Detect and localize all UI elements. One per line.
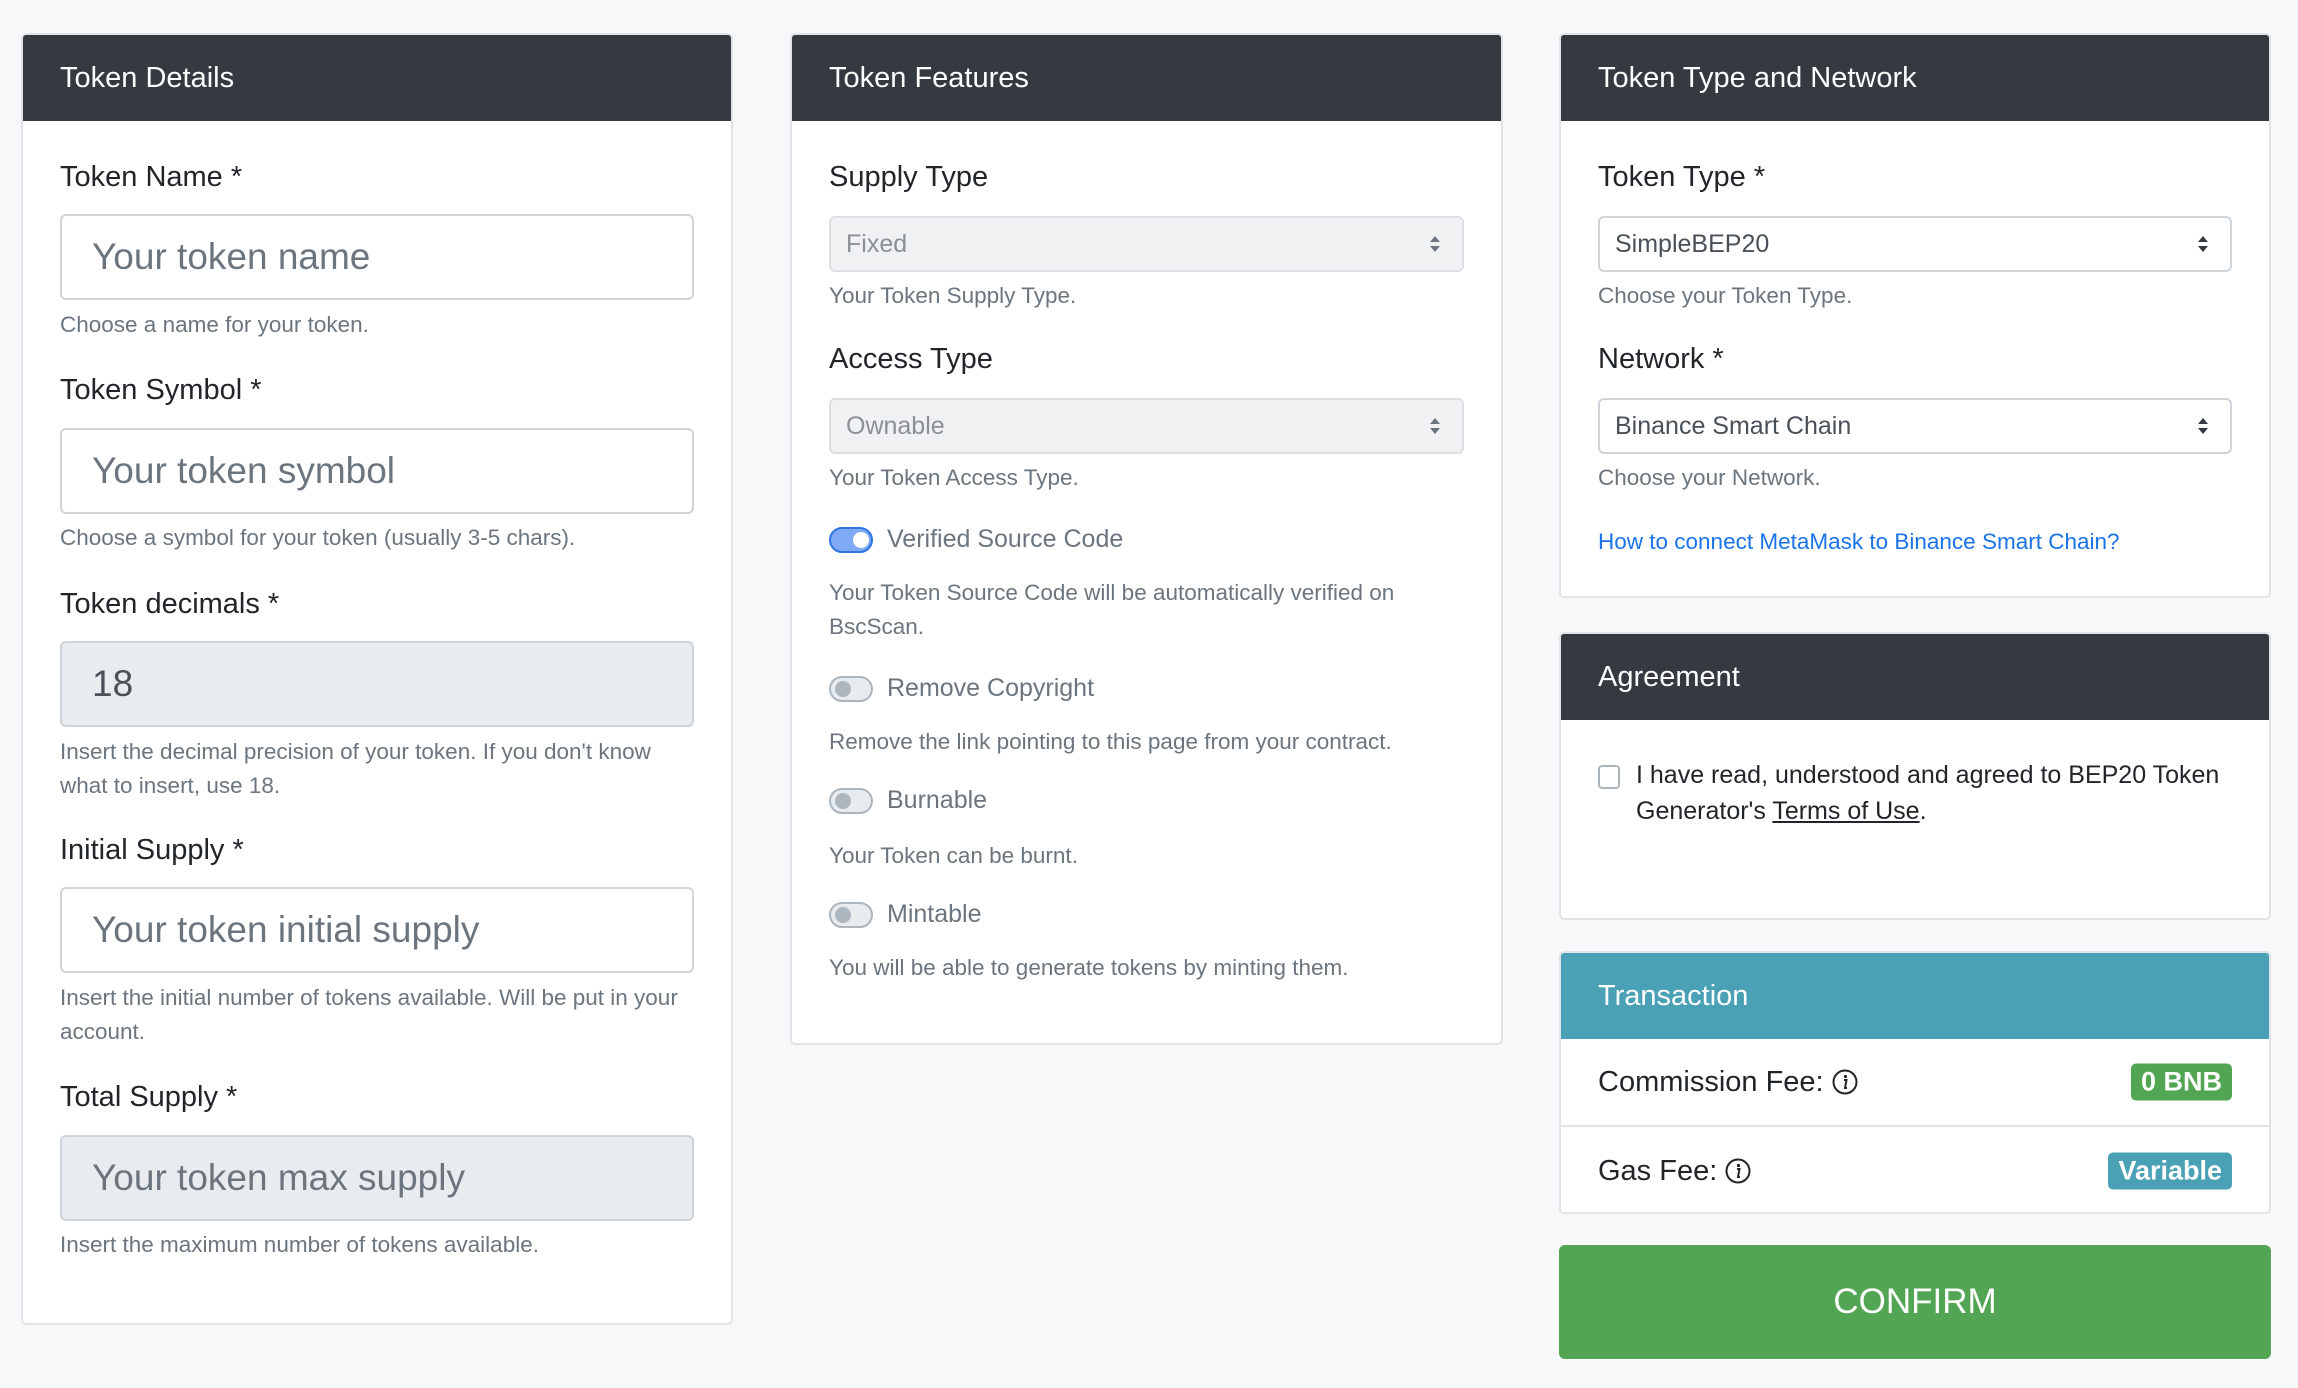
agreement-card: Agreement I have read, understood and ag… bbox=[1559, 632, 2271, 920]
toggle-remove-copyright[interactable]: Remove Copyright bbox=[829, 674, 1094, 703]
gas-fee-row: Gas Fee: Variable bbox=[1561, 1127, 2269, 1212]
agreement-checkbox[interactable] bbox=[1598, 765, 1620, 789]
token-decimals-input[interactable]: 18 bbox=[60, 641, 694, 727]
token-type-network-header: Token Type and Network bbox=[1561, 35, 2269, 121]
terms-of-use-link[interactable]: Terms of Use bbox=[1772, 797, 1919, 825]
token-name-label: Token Name * bbox=[60, 161, 243, 193]
token-type-network-card: Token Type and Network Token Type * Simp… bbox=[1559, 33, 2271, 598]
verified-source-switch[interactable] bbox=[829, 526, 873, 553]
transaction-header: Transaction bbox=[1561, 953, 2269, 1039]
select-caret-icon bbox=[1430, 418, 1440, 434]
network-value: Binance Smart Chain bbox=[1615, 411, 1852, 440]
agreement-text-after: . bbox=[1919, 797, 1927, 825]
agreement-text: I have read, understood and agreed to BE… bbox=[1636, 757, 2232, 829]
mintable-switch[interactable] bbox=[829, 901, 873, 928]
access-type-help: Your Token Access Type. bbox=[829, 465, 1079, 490]
toggle-burnable[interactable]: Burnable bbox=[829, 786, 987, 815]
total-supply-label: Total Supply * bbox=[60, 1081, 238, 1113]
token-details-header: Token Details bbox=[23, 35, 731, 121]
supply-type-value: Fixed bbox=[846, 229, 908, 258]
remove-copyright-label: Remove Copyright bbox=[887, 674, 1095, 702]
info-icon[interactable] bbox=[1832, 1069, 1858, 1095]
commission-fee-badge: 0 BNB bbox=[2130, 1063, 2232, 1101]
mintable-help: You will be able to generate tokens by m… bbox=[829, 955, 1349, 980]
token-features-header: Token Features bbox=[792, 35, 1501, 121]
token-type-label: Token Type * bbox=[1598, 161, 1766, 193]
token-name-input[interactable]: Your token name bbox=[60, 214, 694, 300]
access-type-label: Access Type bbox=[829, 343, 993, 375]
remove-copyright-help: Remove the link pointing to this page fr… bbox=[829, 729, 1392, 754]
total-supply-input[interactable]: Your token max supply bbox=[60, 1135, 694, 1221]
token-type-help: Choose your Token Type. bbox=[1598, 283, 1853, 308]
token-symbol-label: Token Symbol * bbox=[60, 374, 262, 406]
toggle-verified-source-code[interactable]: Verified Source Code bbox=[829, 525, 1123, 554]
token-decimals-help: Insert the decimal precision of your tok… bbox=[60, 739, 651, 798]
token-features-card: Token Features Supply Type Fixed Your To… bbox=[790, 33, 1503, 1045]
total-supply-help: Insert the maximum number of tokens avai… bbox=[60, 1232, 539, 1257]
verified-source-label: Verified Source Code bbox=[887, 525, 1124, 553]
select-caret-icon bbox=[1430, 236, 1440, 252]
token-type-value: SimpleBEP20 bbox=[1615, 229, 1770, 258]
commission-fee-row: Commission Fee: 0 BNB bbox=[1561, 1039, 2269, 1127]
commission-fee-label: Commission Fee: bbox=[1598, 1065, 1824, 1098]
network-select[interactable]: Binance Smart Chain bbox=[1598, 398, 2232, 454]
token-details-card: Token Details Token Name * Your token na… bbox=[21, 33, 733, 1325]
initial-supply-label: Initial Supply * bbox=[60, 834, 244, 866]
select-caret-icon bbox=[2198, 236, 2208, 252]
supply-type-label: Supply Type bbox=[829, 161, 989, 193]
supply-type-select[interactable]: Fixed bbox=[829, 216, 1464, 272]
toggle-mintable[interactable]: Mintable bbox=[829, 900, 982, 929]
agreement-header: Agreement bbox=[1561, 634, 2269, 720]
network-help: Choose your Network. bbox=[1598, 465, 1821, 490]
access-type-select[interactable]: Ownable bbox=[829, 398, 1464, 454]
token-name-help: Choose a name for your token. bbox=[60, 312, 369, 337]
agreement-text-before: I have read, understood and agreed to BE… bbox=[1636, 761, 2220, 825]
mintable-label: Mintable bbox=[887, 900, 982, 928]
gas-fee-label: Gas Fee: bbox=[1598, 1154, 1718, 1187]
burnable-switch[interactable] bbox=[829, 787, 873, 814]
remove-copyright-switch[interactable] bbox=[829, 675, 873, 702]
burnable-help: Your Token can be burnt. bbox=[829, 843, 1078, 868]
select-caret-icon bbox=[2198, 418, 2208, 434]
token-symbol-help: Choose a symbol for your token (usually … bbox=[60, 525, 576, 550]
access-type-value: Ownable bbox=[846, 411, 945, 440]
supply-type-help: Your Token Supply Type. bbox=[829, 283, 1077, 308]
verified-source-help: Your Token Source Code will be automatic… bbox=[829, 580, 1395, 639]
token-type-select[interactable]: SimpleBEP20 bbox=[1598, 216, 2232, 272]
network-label: Network * bbox=[1598, 343, 1724, 375]
confirm-button[interactable]: CONFIRM bbox=[1559, 1245, 2271, 1359]
burnable-label: Burnable bbox=[887, 786, 988, 814]
token-decimals-label: Token decimals * bbox=[60, 588, 280, 620]
gas-fee-badge: Variable bbox=[2108, 1152, 2232, 1190]
metamask-help-link[interactable]: How to connect MetaMask to Binance Smart… bbox=[1598, 529, 2120, 555]
info-icon[interactable] bbox=[1725, 1158, 1751, 1184]
transaction-card: Transaction Commission Fee: 0 BNB Gas Fe… bbox=[1559, 951, 2271, 1214]
initial-supply-input[interactable]: Your token initial supply bbox=[60, 887, 694, 973]
token-symbol-input[interactable]: Your token symbol bbox=[60, 428, 694, 514]
initial-supply-help: Insert the initial number of tokens avai… bbox=[60, 985, 678, 1044]
